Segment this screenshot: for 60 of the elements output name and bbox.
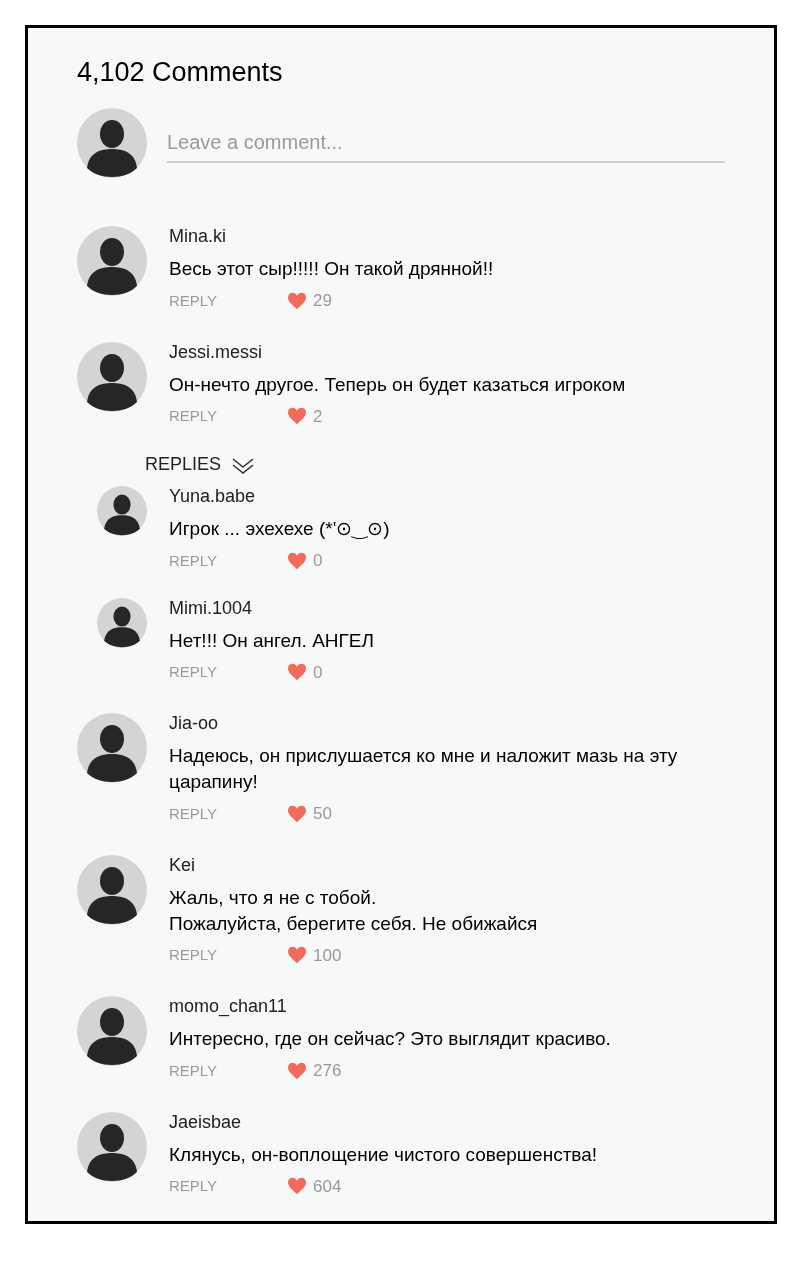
heart-icon (287, 946, 307, 965)
heart-icon (287, 551, 307, 570)
reply-button[interactable]: REPLY (169, 802, 287, 825)
comment-field[interactable]: Leave a comment... (167, 123, 725, 163)
reply-button[interactable]: REPLY (169, 405, 287, 428)
like-count: 0 (313, 661, 323, 684)
comment-text: Игрок ... эхехехе (*'⊙‿⊙) (169, 517, 391, 541)
heart-icon (287, 804, 307, 823)
avatar-icon (77, 1111, 147, 1182)
like-count: 276 (313, 1060, 342, 1082)
like-count: 29 (313, 290, 332, 312)
like-button[interactable]: 29 (287, 288, 332, 314)
like-count: 0 (313, 550, 323, 572)
like-button[interactable]: 276 (287, 1058, 342, 1084)
like-count: 2 (313, 405, 323, 428)
username: Mimi.1004 (169, 596, 254, 620)
comment-text: Нет!!! Он ангел. АНГЕЛ (169, 628, 375, 653)
avatar-icon (77, 341, 147, 412)
like-button[interactable]: 604 (287, 1173, 342, 1199)
like-button[interactable]: 50 (287, 801, 332, 827)
avatar-icon (77, 854, 147, 925)
avatar-icon (97, 486, 147, 536)
comment-text: Надеюсь, он прислушается ко мне и наложит мазь на эту царапину! (169, 744, 679, 794)
comment-text: Весь этот сыр!!!!! Он такой дрянной!! (169, 257, 495, 281)
comment-text: Интересно, где он сейчас? Это выглядит красиво. (169, 1027, 612, 1051)
like-count: 50 (313, 803, 332, 825)
heart-icon (287, 1061, 307, 1080)
reply-button[interactable]: REPLY (169, 661, 287, 684)
like-button[interactable]: 0 (287, 548, 323, 574)
avatar-icon (77, 996, 147, 1066)
avatar-icon (77, 108, 147, 178)
avatar-icon (97, 597, 147, 648)
comment-text: Он-нечто другое. Теперь он будет казаться игроком (169, 372, 627, 397)
like-count: 100 (313, 944, 342, 967)
like-button[interactable]: 0 (287, 659, 323, 685)
username: Jia-oo (169, 712, 220, 735)
reply-button[interactable]: REPLY (169, 289, 287, 312)
reply-button[interactable]: REPLY (169, 549, 287, 572)
username: Jaeisbae (169, 1110, 243, 1134)
heart-icon (287, 663, 307, 682)
username: Yuna.babe (169, 485, 257, 508)
avatar-icon (77, 713, 147, 783)
like-button[interactable]: 100 (287, 942, 342, 968)
heart-icon (287, 1177, 307, 1196)
heart-icon (287, 407, 307, 426)
username: Kei (169, 853, 196, 877)
comments-title: 4,102 Comments (77, 56, 284, 89)
username: Jessi.messi (169, 340, 263, 364)
avatar-icon (77, 226, 147, 296)
username: Mina.ki (169, 225, 227, 248)
like-button[interactable]: 2 (287, 403, 323, 429)
comment-text: Клянусь, он-воплощение чистого совершенства! (169, 1142, 599, 1167)
replies-toggle[interactable]: REPLIES (145, 451, 256, 478)
comment-text: Жаль, что я не с тобой. Пожалуйста, берегите себя. Не обижайся (169, 885, 539, 936)
reply-button[interactable]: REPLY (169, 944, 287, 967)
like-count: 604 (313, 1175, 342, 1198)
heart-icon (287, 291, 307, 310)
username: momo_chan11 (169, 995, 288, 1018)
reply-button[interactable]: REPLY (169, 1059, 287, 1082)
reply-button[interactable]: REPLY (169, 1175, 287, 1198)
